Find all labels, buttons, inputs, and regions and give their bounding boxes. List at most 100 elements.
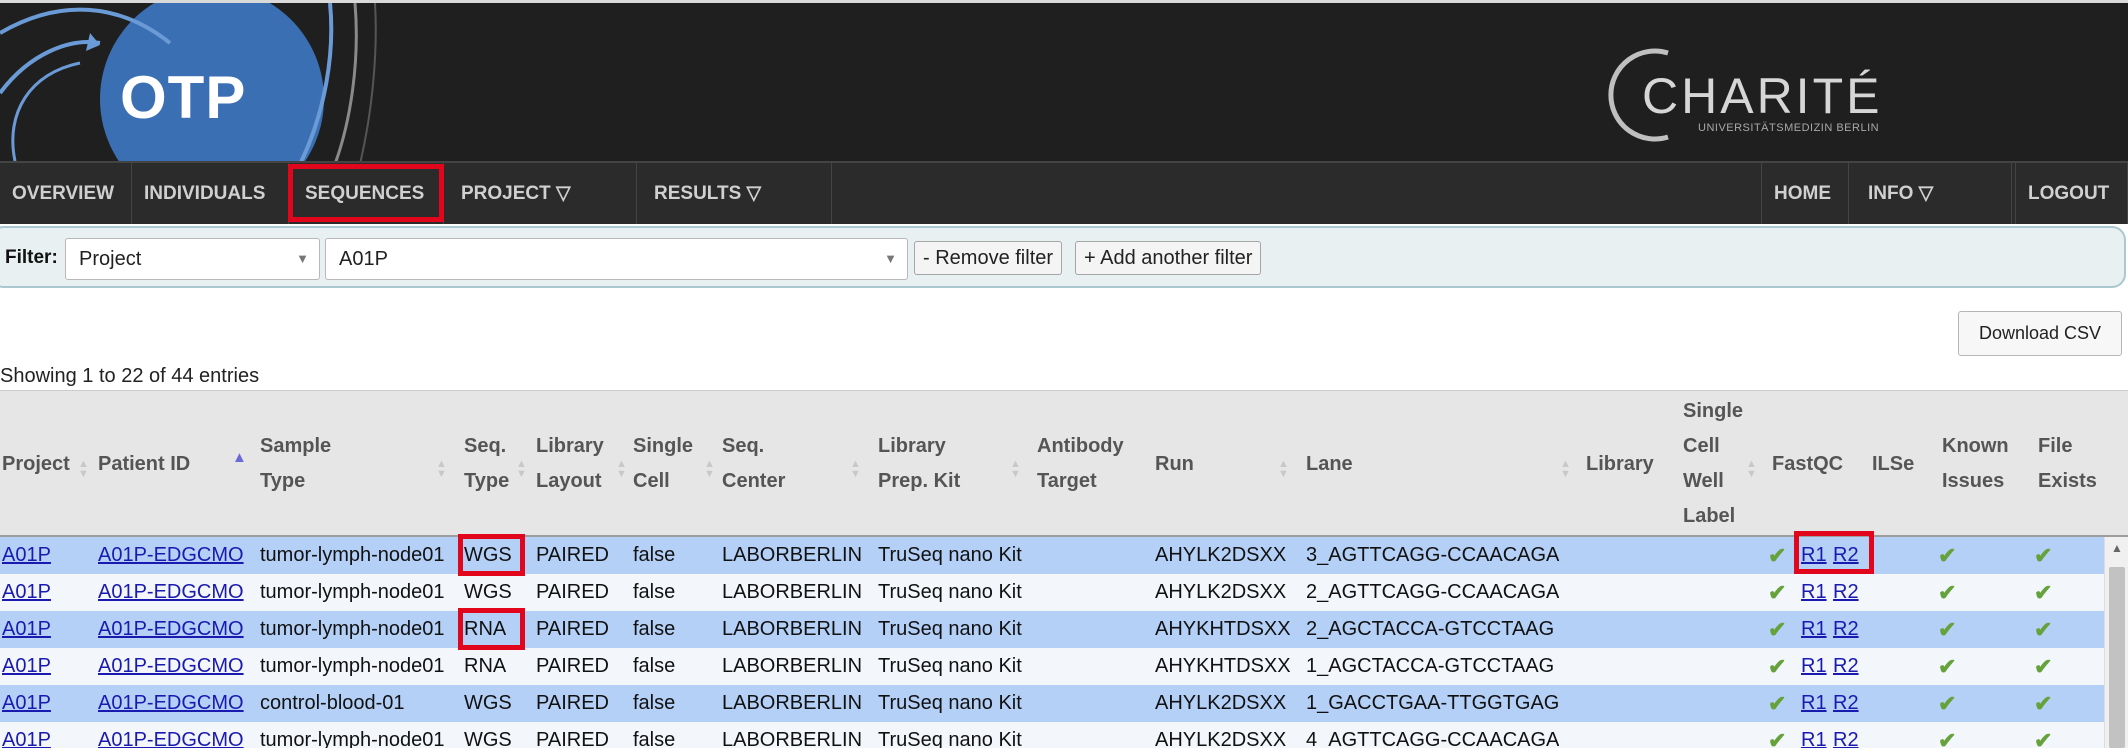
nav-sequences[interactable]: SEQUENCES — [293, 163, 444, 224]
project-link[interactable]: A01P — [2, 574, 51, 611]
fastqc-r1-link[interactable]: R1 — [1801, 722, 1827, 748]
patient-link[interactable]: A01P-EDGCMO — [98, 722, 244, 748]
filter-label: Filter: — [5, 247, 58, 268]
seq-type-cell: WGS — [464, 581, 512, 603]
layout-cell: PAIRED — [536, 618, 609, 640]
col-sc-well-3[interactable]: Well — [1683, 464, 1724, 499]
col-sc-well-1[interactable]: Single — [1683, 394, 1743, 429]
check-icon: ✔ — [1938, 654, 1957, 679]
fastqc-r2-link[interactable]: R2 — [1833, 722, 1859, 748]
filter-value-select[interactable]: A01P ▼ — [325, 238, 908, 280]
col-single-cell-1[interactable]: Single — [633, 429, 693, 464]
layout-cell: PAIRED — [536, 655, 609, 677]
add-filter-button[interactable]: + Add another filter — [1075, 241, 1262, 275]
layout-cell: PAIRED — [536, 581, 609, 603]
download-csv-button[interactable]: Download CSV — [1958, 311, 2122, 356]
nav-home[interactable]: HOME — [1761, 163, 1849, 224]
nav-info[interactable]: INFO ▽ — [1856, 163, 2012, 224]
col-known-issues-1[interactable]: Known — [1942, 429, 2009, 464]
project-link[interactable]: A01P — [2, 648, 51, 685]
col-library-prep-2[interactable]: Prep. Kit — [878, 464, 960, 499]
col-seq-center-1[interactable]: Seq. — [722, 429, 764, 464]
fastqc-r2-link[interactable]: R2 — [1833, 537, 1859, 574]
col-file-exists-2[interactable]: Exists — [2038, 464, 2097, 499]
nav-logout[interactable]: LOGOUT — [2015, 163, 2128, 224]
col-sample-type-1[interactable]: Sample — [260, 429, 331, 464]
patient-link[interactable]: A01P-EDGCMO — [98, 574, 244, 611]
check-icon: ✔ — [1768, 617, 1787, 642]
col-seq-type-2[interactable]: Type — [464, 464, 509, 499]
layout-cell: PAIRED — [536, 692, 609, 714]
col-sc-well-2[interactable]: Cell — [1683, 429, 1720, 464]
sort-icon[interactable]: ▲ ▼ — [436, 459, 447, 480]
sort-icon[interactable]: ▲ ▼ — [704, 459, 715, 480]
patient-link[interactable]: A01P-EDGCMO — [98, 537, 244, 574]
col-antibody-2[interactable]: Target — [1037, 464, 1097, 499]
col-fastqc[interactable]: FastQC — [1772, 447, 1843, 482]
fastqc-r1-link[interactable]: R1 — [1801, 648, 1827, 685]
col-patient-id[interactable]: Patient ID — [98, 447, 190, 482]
col-library[interactable]: Library — [1586, 447, 1654, 482]
sort-icon[interactable]: ▲ ▼ — [516, 459, 527, 480]
chevron-down-icon: ▼ — [884, 251, 897, 266]
col-known-issues-2[interactable]: Issues — [1942, 464, 2004, 499]
sort-icon[interactable]: ▲ ▼ — [616, 459, 627, 480]
charite-wordmark: CHARITÉ — [1642, 68, 1883, 124]
table-row: A01P A01P-EDGCMO tumor-lymph-node01 WGS … — [0, 722, 2104, 748]
project-link[interactable]: A01P — [2, 685, 51, 722]
scroll-up-icon[interactable]: ▲ — [2111, 541, 2123, 555]
fastqc-r1-link[interactable]: R1 — [1801, 685, 1827, 722]
sort-icon[interactable]: ▲ ▼ — [1010, 459, 1021, 480]
filter-field-select[interactable]: Project ▼ — [65, 238, 320, 280]
table-row: A01P A01P-EDGCMO tumor-lymph-node01 RNA … — [0, 611, 2104, 648]
fastqc-r1-link[interactable]: R1 — [1801, 611, 1827, 648]
col-antibody-1[interactable]: Antibody — [1037, 429, 1124, 464]
project-link[interactable]: A01P — [2, 537, 51, 574]
sort-icon[interactable]: ▲ ▼ — [1560, 459, 1571, 480]
fastqc-r2-link[interactable]: R2 — [1833, 648, 1859, 685]
patient-link[interactable]: A01P-EDGCMO — [98, 685, 244, 722]
fastqc-r1-link[interactable]: R1 — [1801, 537, 1827, 574]
col-library-layout-2[interactable]: Layout — [536, 464, 602, 499]
patient-link[interactable]: A01P-EDGCMO — [98, 648, 244, 685]
fastqc-r2-link[interactable]: R2 — [1833, 574, 1859, 611]
patient-link[interactable]: A01P-EDGCMO — [98, 611, 244, 648]
check-icon: ✔ — [1768, 691, 1787, 716]
project-link[interactable]: A01P — [2, 611, 51, 648]
nav-project[interactable]: PROJECT ▽ — [449, 163, 637, 224]
center-cell: LABORBERLIN — [722, 581, 863, 603]
fastqc-r1-link[interactable]: R1 — [1801, 574, 1827, 611]
col-lane[interactable]: Lane — [1306, 447, 1353, 482]
fastqc-r2-link[interactable]: R2 — [1833, 611, 1859, 648]
sort-icon[interactable]: ▲ ▼ — [78, 459, 89, 480]
nav-overview[interactable]: OVERVIEW — [0, 163, 132, 224]
col-file-exists-1[interactable]: File — [2038, 429, 2072, 464]
col-sample-type-2[interactable]: Type — [260, 464, 305, 499]
sort-asc-icon[interactable]: ▲ — [232, 450, 247, 465]
table-row: A01P A01P-EDGCMO tumor-lymph-node01 WGS … — [0, 574, 2104, 611]
nav-results[interactable]: RESULTS ▽ — [642, 163, 832, 224]
table-scrollbar[interactable]: ▲ — [2104, 537, 2128, 748]
sort-icon[interactable]: ▲ ▼ — [850, 459, 861, 480]
prep-kit-cell: TruSeq nano Kit — [878, 544, 1022, 566]
single-cell-cell: false — [633, 544, 676, 566]
lane-cell: 1_AGCTACCA-GTCCTAAG — [1306, 655, 1555, 677]
col-sc-well-4[interactable]: Label — [1683, 499, 1735, 534]
col-seq-center-2[interactable]: Center — [722, 464, 785, 499]
col-seq-type-1[interactable]: Seq. — [464, 429, 506, 464]
fastqc-r2-link[interactable]: R2 — [1833, 685, 1859, 722]
col-library-prep-1[interactable]: Library — [878, 429, 946, 464]
col-ilse[interactable]: ILSe — [1872, 447, 1914, 482]
scroll-thumb[interactable] — [2109, 567, 2125, 748]
col-library-layout-1[interactable]: Library — [536, 429, 604, 464]
seq-type-cell: RNA — [464, 655, 507, 677]
nav-individuals[interactable]: INDIVIDUALS — [132, 163, 289, 224]
project-link[interactable]: A01P — [2, 722, 51, 748]
sort-icon[interactable]: ▲ ▼ — [1278, 459, 1289, 480]
col-single-cell-2[interactable]: Cell — [633, 464, 670, 499]
sort-icon[interactable]: ▲ ▼ — [1746, 459, 1757, 480]
remove-filter-button[interactable]: - Remove filter — [914, 241, 1063, 275]
col-run[interactable]: Run — [1155, 447, 1194, 482]
col-project[interactable]: Project — [2, 447, 70, 482]
logo-text: OTP — [120, 64, 247, 131]
